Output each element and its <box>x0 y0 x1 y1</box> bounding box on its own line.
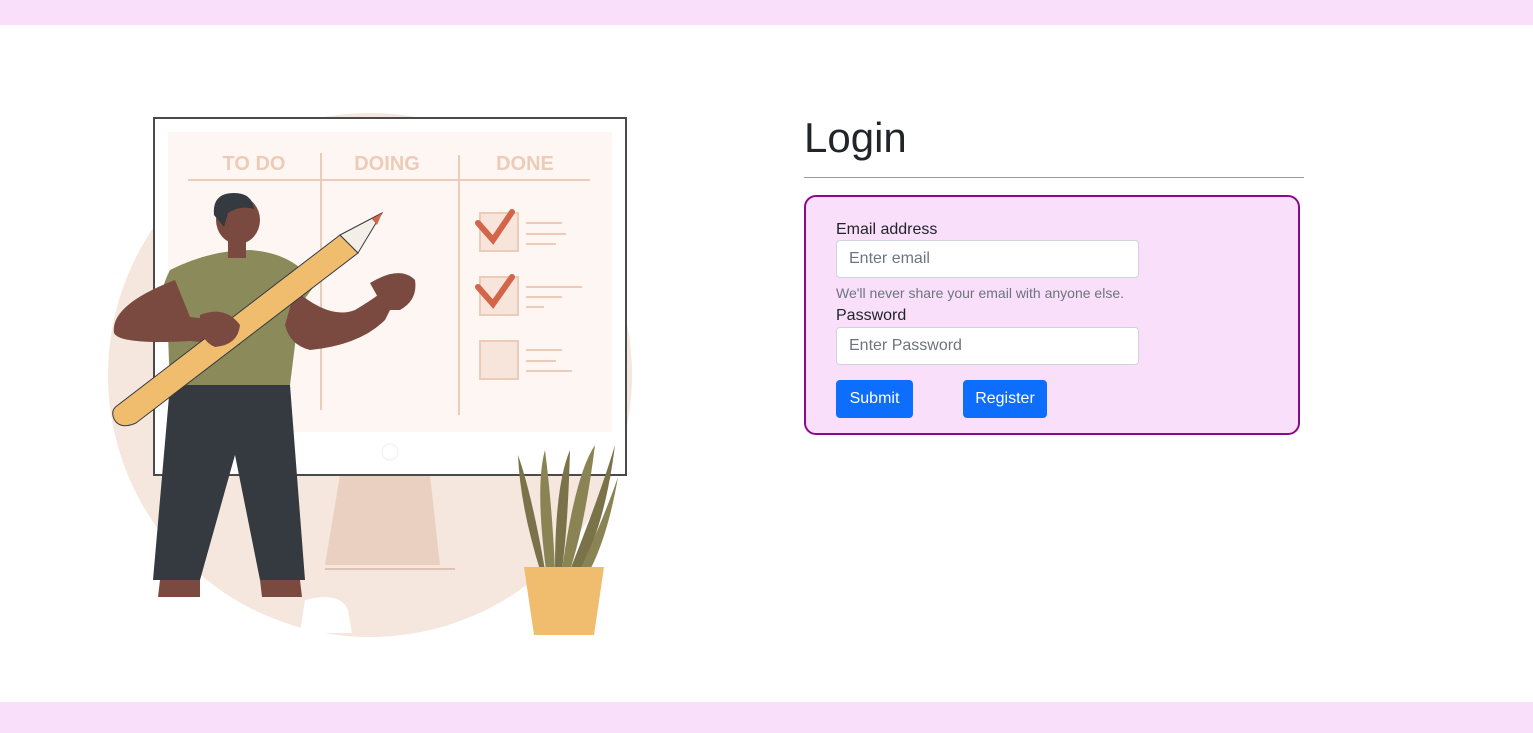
bottom-bar <box>0 702 1533 733</box>
page-title: Login <box>804 114 907 161</box>
checkbox-empty <box>479 340 519 380</box>
submit-button[interactable]: Submit <box>836 380 913 418</box>
top-bar <box>0 0 1533 25</box>
password-label: Password <box>836 307 907 324</box>
email-input[interactable] <box>836 240 1139 278</box>
monitor-power-dot <box>381 443 399 461</box>
login-panel: Login Email address We'll never share yo… <box>804 108 1304 435</box>
monitor-stand <box>325 475 440 565</box>
kanban-illustration: TO DO DOING DONE <box>108 113 632 637</box>
column-doing: DOING <box>354 153 420 175</box>
column-done: DONE <box>496 153 554 175</box>
login-form: Email address We'll never share your ema… <box>804 195 1300 435</box>
register-button[interactable]: Register <box>963 380 1047 418</box>
stand-base <box>325 568 455 570</box>
email-help-text: We'll never share your email with anyone… <box>836 285 1124 301</box>
title-divider <box>804 177 1304 178</box>
floor-shape <box>150 599 248 633</box>
column-todo: TO DO <box>223 153 286 175</box>
email-label: Email address <box>836 221 938 238</box>
password-input[interactable] <box>836 327 1139 365</box>
